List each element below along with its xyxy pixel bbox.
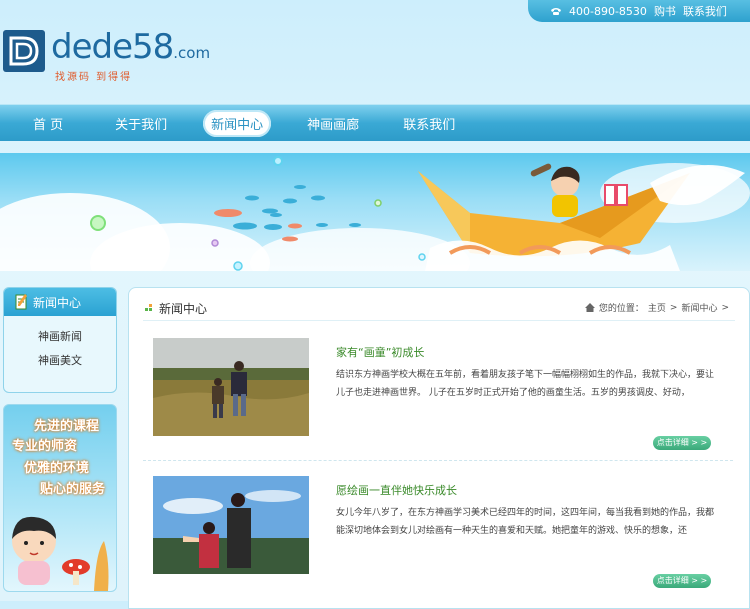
news-item: 家有“画童”初成长 结识东方神画学校大概在五年前，看着朋友孩子笔下一幅幅栩栩如生… <box>153 338 733 450</box>
top-contact-bar: 400-890-8530 购书 联系我们 <box>528 0 750 22</box>
nav-item-home[interactable]: 首 页 <box>33 114 63 133</box>
logo-mark-icon <box>3 30 45 72</box>
logo-tld: .com <box>173 44 211 62</box>
breadcrumb-separator: > <box>721 302 729 313</box>
divider <box>143 460 733 461</box>
promo-line-4: 贴心的服务 <box>40 482 106 497</box>
breadcrumb-separator: > <box>669 302 678 313</box>
nav-item-about[interactable]: 关于我们 <box>115 114 167 133</box>
hero-banner <box>0 153 750 271</box>
breadcrumb-prefix: 您的位置： <box>598 304 644 314</box>
logo-slogan: 找源码 到得得 <box>55 72 133 83</box>
cartoon-child-illustration <box>12 516 109 591</box>
sidebar-header: 新闻中心 <box>4 288 116 316</box>
breadcrumb-home-link[interactable]: 主页 <box>648 301 666 314</box>
news-item: 愿绘画一直伴她快乐成长 女儿今年八岁了，在东方神画学习美术已经四年的时间，这四年… <box>153 476 733 588</box>
banner-illustration <box>90 156 745 271</box>
article-thumbnail[interactable] <box>153 476 309 574</box>
notebook-icon <box>15 294 27 310</box>
site-logo[interactable]: dede58.com 找源码 到得得 <box>3 30 210 83</box>
sidebar-title: 新闻中心 <box>33 295 82 310</box>
article-summary: 女儿今年八岁了，在东方神画学习美术已经四年的时间，这四年间，每当我看到她的作品，… <box>336 508 715 536</box>
nav-item-news[interactable]: 新闻中心 <box>203 109 272 137</box>
breadcrumb-current[interactable]: 新闻中心 <box>681 301 717 314</box>
contact-link[interactable]: 联系我们 <box>683 3 727 19</box>
panel-title: 新闻中心 <box>159 302 208 316</box>
buy-book-link[interactable]: 购书 <box>654 3 676 19</box>
sidebar-item-essays[interactable]: 神画美文 <box>4 352 116 368</box>
nav-item-gallery[interactable]: 神画画廊 <box>307 114 359 133</box>
title-bullet-icon <box>145 304 152 311</box>
breadcrumb: 您的位置： 主页 > 新闻中心 > <box>584 301 729 314</box>
promo-line-2: 专业的师资 <box>12 439 78 454</box>
main-nav: 首 页 关于我们 新闻中心 神画画廊 联系我们 <box>0 104 750 141</box>
promo-banner[interactable]: 先进的课程 专业的师资 优雅的环境 贴心的服务 <box>3 404 117 592</box>
news-panel: 新闻中心 您的位置： 主页 > 新闻中心 > 家有“画童”初成长 结识东方神画学… <box>128 287 750 609</box>
read-more-button[interactable]: 点击详细 > > <box>653 574 711 588</box>
phone-icon <box>551 8 561 15</box>
article-summary: 结识东方神画学校大概在五年前，看着朋友孩子笔下一幅幅栩栩如生的作品，我就下决心，… <box>336 370 715 398</box>
article-title[interactable]: 家有“画童”初成长 <box>336 344 424 360</box>
sidebar-news-menu: 新闻中心 神画新闻 神画美文 <box>3 287 117 393</box>
promo-line-1: 先进的课程 <box>34 419 100 434</box>
sidebar-item-news[interactable]: 神画新闻 <box>4 328 116 344</box>
promo-line-3: 优雅的环境 <box>24 461 90 476</box>
logo-word: dede58 <box>51 27 174 67</box>
home-icon <box>584 303 595 312</box>
phone-number: 400-890-8530 <box>569 4 647 18</box>
article-title[interactable]: 愿绘画一直伴她快乐成长 <box>336 482 457 498</box>
article-thumbnail[interactable] <box>153 338 309 436</box>
panel-header: 新闻中心 您的位置： 主页 > 新闻中心 > <box>143 300 735 321</box>
read-more-button[interactable]: 点击详细 > > <box>653 436 711 450</box>
nav-item-contact[interactable]: 联系我们 <box>403 114 455 133</box>
